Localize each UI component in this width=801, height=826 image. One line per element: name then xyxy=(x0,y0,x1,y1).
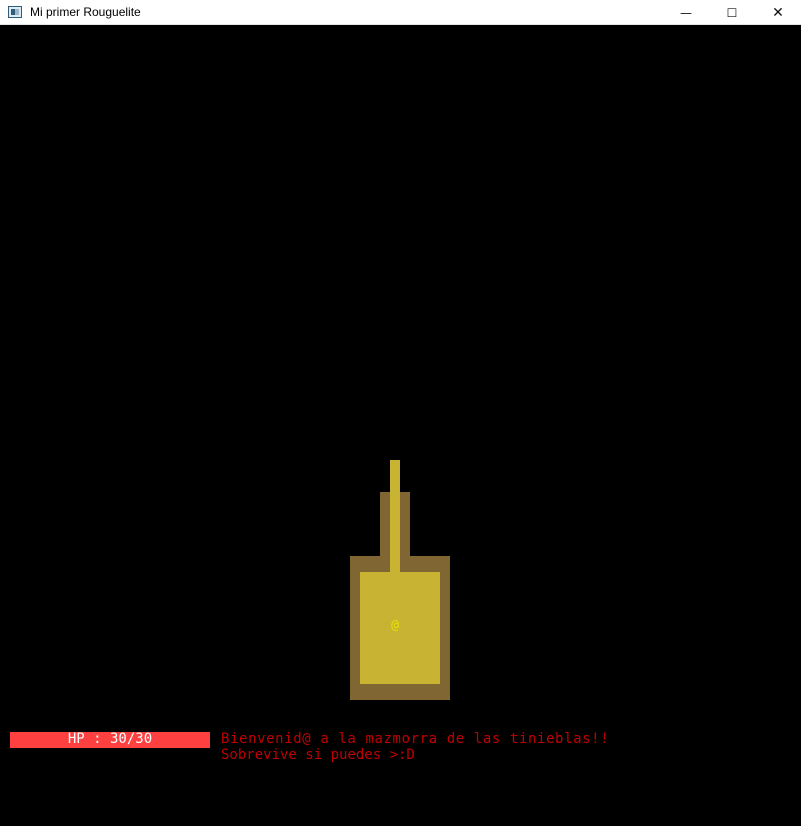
close-button[interactable]: ✕ xyxy=(755,0,801,25)
message-log-line: Bienvenid@ a la mazmorra de las tiniebla… xyxy=(221,731,610,747)
maximize-icon: ☐ xyxy=(726,5,738,20)
player-character: @ xyxy=(391,618,399,633)
dungeon-floor-room xyxy=(360,572,440,684)
window-app-icon xyxy=(8,6,22,18)
message-log-line: Sobrevive si puedes >:D xyxy=(221,747,415,763)
minimize-icon: — xyxy=(680,5,692,20)
close-icon: ✕ xyxy=(772,4,784,21)
game-map: @ xyxy=(0,26,801,826)
window-titlebar[interactable]: Mi primer Rouguelite — ☐ ✕ xyxy=(0,0,801,25)
window-title: Mi primer Rouguelite xyxy=(30,5,141,19)
hp-label: HP : 30/30 xyxy=(67,731,153,747)
dungeon-floor-corridor xyxy=(390,460,400,572)
maximize-button[interactable]: ☐ xyxy=(709,0,755,25)
minimize-button[interactable]: — xyxy=(663,0,709,25)
